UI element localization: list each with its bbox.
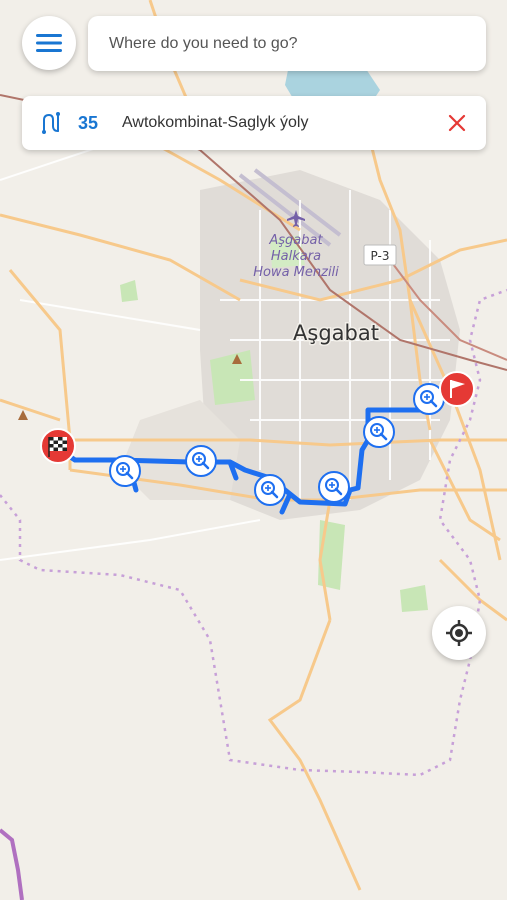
route-stop-marker[interactable] — [254, 474, 286, 506]
route-number: 35 — [78, 112, 99, 133]
road-shield: P-3 — [363, 244, 397, 266]
airport-label: Howa Menzili — [253, 265, 339, 280]
route-name: Awtokombinat-Saglyk ýoly — [122, 114, 309, 131]
my-location-icon — [446, 620, 472, 646]
route-icon — [42, 112, 60, 134]
search-input[interactable] — [107, 33, 486, 54]
close-icon — [448, 114, 466, 132]
close-route-button[interactable] — [436, 102, 478, 144]
route-stop-marker[interactable] — [318, 471, 350, 503]
route-info-card[interactable]: 35 Awtokombinat-Saglyk ýoly — [22, 96, 486, 150]
my-location-button[interactable] — [432, 606, 486, 660]
menu-button[interactable] — [22, 16, 76, 70]
airport-label: Halkara — [271, 249, 321, 264]
svg-text:P-3: P-3 — [371, 249, 390, 263]
hamburger-menu-icon — [36, 34, 62, 52]
route-end-marker[interactable] — [439, 371, 475, 407]
airport-label: Aşgabat — [268, 233, 323, 248]
route-stop-marker[interactable] — [363, 416, 395, 448]
route-stop-marker[interactable] — [109, 455, 141, 487]
search-bar[interactable] — [88, 16, 486, 71]
route-start-marker[interactable] — [40, 428, 76, 464]
city-label: Aşgabat — [293, 321, 379, 345]
route-stop-marker[interactable] — [185, 445, 217, 477]
